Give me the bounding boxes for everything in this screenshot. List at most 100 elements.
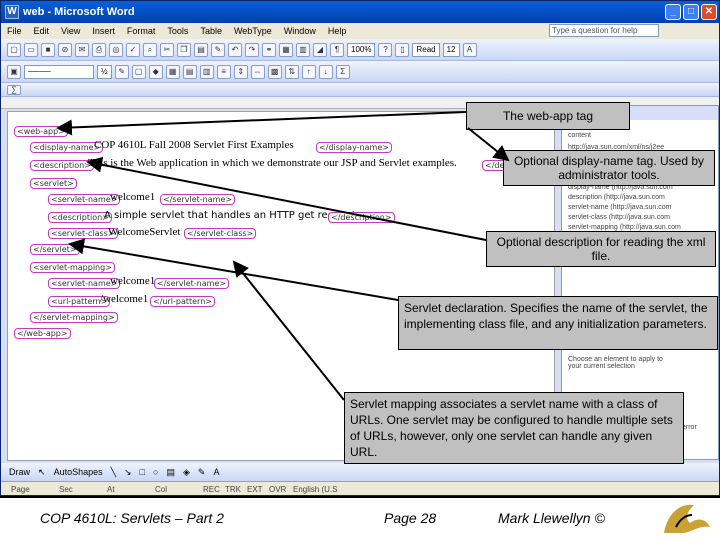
undo-icon[interactable]: ↶ xyxy=(228,42,242,57)
status-ovr[interactable]: OVR xyxy=(269,485,293,494)
zoom-select[interactable]: 100% xyxy=(347,42,376,57)
pane-line[interactable]: servlet-mapping (http://java.sun.com xyxy=(568,224,681,231)
split-cells-icon[interactable]: ▥ xyxy=(199,64,214,79)
cursor-icon[interactable]: ↖ xyxy=(38,467,46,478)
menu-window[interactable]: Window xyxy=(284,26,316,36)
format-painter-icon[interactable]: ✎ xyxy=(211,42,225,57)
outside-border-icon[interactable]: ▢ xyxy=(131,64,146,79)
email-icon[interactable]: ✉ xyxy=(75,42,89,57)
textbox-icon[interactable]: ▤ xyxy=(166,467,175,478)
autosum-icon[interactable]: Σ xyxy=(335,64,350,79)
rectangle-icon[interactable]: □ xyxy=(140,467,145,477)
url-pattern-close-tag: </url-pattern> xyxy=(150,296,215,307)
font-color-draw-icon[interactable]: A xyxy=(213,467,219,477)
copy-icon[interactable]: ❐ xyxy=(177,42,191,57)
text-direction-icon[interactable]: ⇅ xyxy=(284,64,299,79)
menu-tools[interactable]: Tools xyxy=(167,26,188,36)
read-button[interactable]: Read xyxy=(412,42,440,57)
merge-cells-icon[interactable]: ▤ xyxy=(182,64,197,79)
servlet-mapping-close-tag: </servlet-mapping> xyxy=(30,312,118,323)
callout-servlet-mapping: Servlet mapping associates a servlet nam… xyxy=(344,392,684,464)
show-hide-icon[interactable]: ¶ xyxy=(330,42,344,57)
sort-descending-icon[interactable]: ↓ xyxy=(318,64,333,79)
line-color-icon[interactable]: ✎ xyxy=(198,467,206,478)
pane-line[interactable]: servlet-class (http://java.sun.com xyxy=(568,214,670,221)
print-preview-icon[interactable]: ◎ xyxy=(109,42,123,57)
menu-file[interactable]: File xyxy=(7,26,22,36)
redo-icon[interactable]: ↷ xyxy=(245,42,259,57)
insert-table-icon[interactable]: ▦ xyxy=(165,64,180,79)
pane-line: content xyxy=(568,132,591,139)
read-mode-icon[interactable]: ▯ xyxy=(395,42,410,57)
status-section: Sec xyxy=(59,485,73,494)
align-icon[interactable]: ≡ xyxy=(216,64,231,79)
print-icon[interactable]: ⎙ xyxy=(92,42,106,57)
callout-display-name: Optional display-name tag. Used by admin… xyxy=(503,150,715,186)
fill-color-icon[interactable]: ◈ xyxy=(183,467,190,478)
mapping-servlet-name-close-tag: </servlet-name> xyxy=(154,278,230,289)
servlet-class-close-tag: </servlet-class> xyxy=(184,228,257,239)
paste-icon[interactable]: ▤ xyxy=(194,42,208,57)
line-style-select[interactable]: ──── xyxy=(24,64,94,79)
url-pattern-text: /welcome1 xyxy=(100,293,149,305)
mapping-servlet-name-text: welcome1 xyxy=(110,275,156,287)
shading-icon[interactable]: ◆ xyxy=(148,64,163,79)
cut-icon[interactable]: ✂ xyxy=(160,42,174,57)
font-color-icon[interactable]: A xyxy=(462,42,477,57)
line-icon[interactable]: ╲ xyxy=(111,467,116,478)
word-app-icon: W xyxy=(5,5,19,19)
open-folder-icon[interactable]: ▭ xyxy=(24,42,38,57)
oval-icon[interactable]: ○ xyxy=(153,467,158,477)
arrow-icon[interactable]: ↘ xyxy=(124,467,132,478)
autoformat-icon[interactable]: ▩ xyxy=(267,64,282,79)
pane-line[interactable]: servlet-name (http://java.sun.com xyxy=(568,204,672,211)
distribute-columns-icon[interactable]: ⇔ xyxy=(250,64,265,79)
callout-servlet: Servlet declaration. Specifies the name … xyxy=(398,296,718,350)
font-size-select[interactable]: 12 xyxy=(442,42,460,57)
new-document-icon[interactable]: ▢ xyxy=(7,42,21,57)
menu-webtype[interactable]: WebType xyxy=(234,26,272,36)
table-icon[interactable]: ▦ xyxy=(279,42,293,57)
title-bar: W web - Microsoft Word _ □ ✕ xyxy=(1,1,719,23)
sort-ascending-icon[interactable]: ↑ xyxy=(301,64,316,79)
servlet-class-text: WelcomeServlet xyxy=(108,226,181,238)
choose-element-label: Choose an element to apply to your curre… xyxy=(568,356,663,370)
menu-format[interactable]: Format xyxy=(127,26,156,36)
draw-menu[interactable]: Draw xyxy=(9,467,30,477)
research-icon[interactable]: ⌕ xyxy=(143,42,157,57)
status-ext[interactable]: EXT xyxy=(247,485,269,494)
menu-edit[interactable]: Edit xyxy=(34,26,50,36)
ask-question-input[interactable]: Type a question for help xyxy=(549,24,659,37)
show-icon[interactable]: ∑ xyxy=(7,84,21,95)
menu-help[interactable]: Help xyxy=(328,26,347,36)
distribute-rows-icon[interactable]: ⇕ xyxy=(233,64,248,79)
servlet-description-text: A simple servlet that handles an HTTP ge… xyxy=(104,210,359,221)
display-name-open-tag: <display-name> xyxy=(30,142,104,153)
description-open-tag: <description> xyxy=(30,160,94,171)
menu-table[interactable]: Table xyxy=(200,26,222,36)
pane-line[interactable]: description (http://java.sun.com xyxy=(568,194,665,201)
permission-icon[interactable]: ⊘ xyxy=(58,42,72,57)
servlet-close-tag: </servlet> xyxy=(30,244,80,255)
border-color-icon[interactable]: ✎ xyxy=(114,64,129,79)
hyperlink-icon[interactable]: ⚭ xyxy=(262,42,276,57)
minimize-button[interactable]: _ xyxy=(665,4,681,20)
status-bar: Page Sec At Col REC TRK EXT OVR English … xyxy=(1,481,719,495)
pane-error-text: error xyxy=(682,424,697,431)
help-icon[interactable]: ? xyxy=(378,42,393,57)
line-weight-select[interactable]: ½ xyxy=(97,64,112,79)
maximize-button[interactable]: □ xyxy=(683,4,699,20)
columns-icon[interactable]: ▥ xyxy=(296,42,310,57)
border-icon[interactable]: ▣ xyxy=(7,64,21,79)
drawing-icon[interactable]: ◢ xyxy=(313,42,327,57)
save-icon[interactable]: ■ xyxy=(41,42,55,57)
status-trk[interactable]: TRK xyxy=(225,485,247,494)
footer-course: COP 4610L: Servlets – Part 2 xyxy=(40,510,224,526)
menu-view[interactable]: View xyxy=(61,26,80,36)
menu-insert[interactable]: Insert xyxy=(92,26,115,36)
close-button[interactable]: ✕ xyxy=(701,4,717,20)
spelling-icon[interactable]: ✓ xyxy=(126,42,140,57)
autoshapes-menu[interactable]: AutoShapes xyxy=(54,467,103,477)
status-rec[interactable]: REC xyxy=(203,485,225,494)
servlet-name-close-tag: </servlet-name> xyxy=(160,194,236,205)
